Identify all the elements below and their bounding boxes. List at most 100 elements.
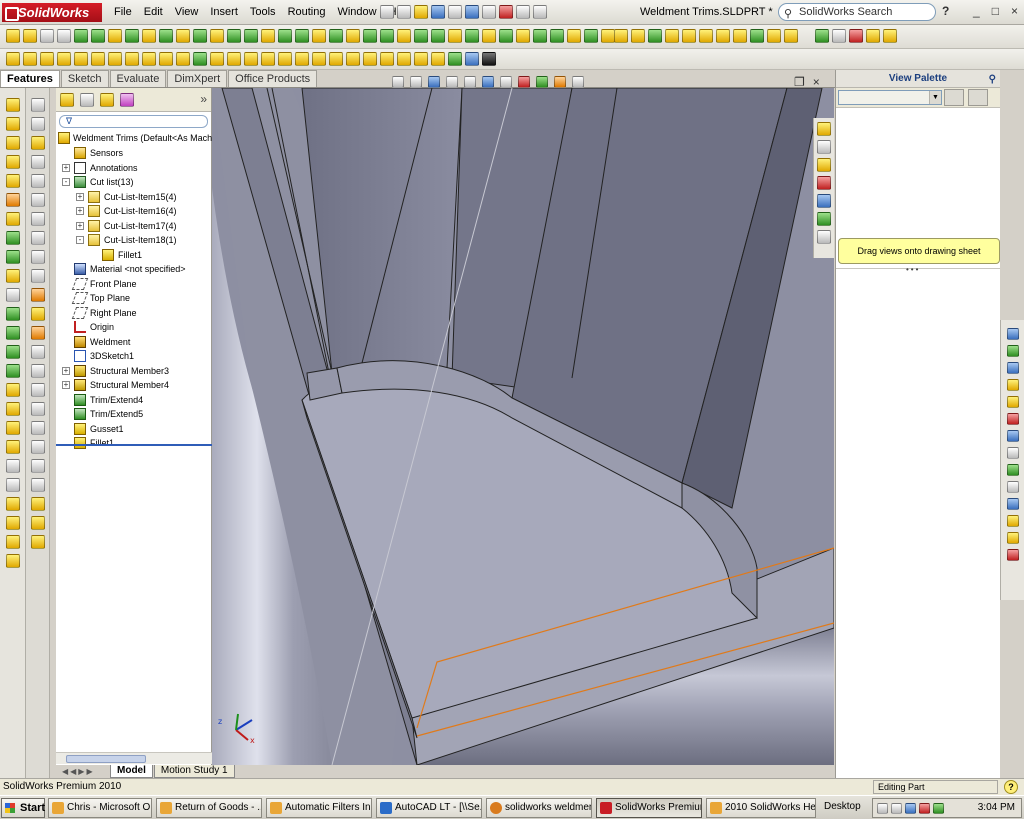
dome-icon[interactable] [261, 52, 275, 66]
performance-icon[interactable] [1006, 481, 1019, 493]
tree-node[interactable]: Origin [56, 320, 211, 335]
menu-window[interactable]: Window [331, 0, 382, 25]
export-icon[interactable] [883, 29, 897, 43]
cut-extrude-icon[interactable] [74, 52, 88, 66]
view-palette-browse-button[interactable] [968, 89, 988, 106]
taskbar-item-return-of-goods[interactable]: Return of Goods - ... [156, 798, 262, 818]
edit-sketch-icon[interactable] [6, 29, 20, 43]
extend-icon[interactable] [244, 29, 258, 43]
display-relations-icon[interactable] [465, 29, 479, 43]
weldment-toolbar-icon[interactable] [614, 29, 628, 43]
save-icon[interactable] [431, 5, 445, 19]
view-palette-tab-icon[interactable] [817, 194, 831, 208]
taskbar-item-outlook[interactable]: Chris - Microsoft O... [48, 798, 152, 818]
view-orientation-icon[interactable] [464, 76, 476, 88]
tool-icon-3[interactable] [30, 136, 45, 150]
edit-appearance-icon[interactable] [518, 76, 530, 88]
section-view-icon[interactable] [446, 76, 458, 88]
tool-icon-16[interactable] [30, 383, 45, 397]
circle-icon[interactable] [108, 29, 122, 43]
view-settings-icon[interactable] [554, 76, 566, 88]
cut-extrude-icon[interactable] [5, 193, 20, 207]
tool-icon-8[interactable] [30, 231, 45, 245]
expand-icon[interactable]: + [62, 163, 70, 172]
menu-tools[interactable]: Tools [244, 0, 282, 25]
mirror-icon[interactable] [278, 29, 292, 43]
previous-view-icon[interactable] [428, 76, 440, 88]
centerline-icon[interactable] [193, 29, 207, 43]
undo-icon[interactable] [465, 5, 479, 19]
undercut-icon[interactable] [1006, 549, 1019, 561]
cut-loft-icon[interactable] [5, 250, 20, 264]
tree-node[interactable]: + Structural Member3 [56, 364, 211, 379]
chevron-right-icon[interactable]: » [200, 92, 207, 106]
viewport-close-icon[interactable]: × [813, 75, 820, 89]
taskbar-item-solidworks[interactable]: SolidWorks Premium... [596, 798, 702, 818]
tool-icon-19[interactable] [30, 440, 45, 454]
revolve-icon[interactable] [5, 117, 20, 131]
tab-model[interactable]: Model [110, 765, 153, 778]
graphics-area[interactable]: z x [212, 88, 834, 765]
hole-icon[interactable] [750, 29, 764, 43]
quick-snaps-icon[interactable] [499, 29, 513, 43]
delete-body-icon[interactable] [448, 52, 462, 66]
tree-node[interactable]: Material <not specified> [56, 262, 211, 277]
sketch-picture-icon[interactable] [550, 29, 564, 43]
custom-properties-icon[interactable] [817, 230, 831, 244]
tab-sketch[interactable]: Sketch [60, 70, 109, 87]
select-pointer-icon[interactable] [57, 29, 71, 43]
tool-icon-12[interactable] [30, 307, 45, 321]
network-icon[interactable] [891, 802, 902, 814]
status-help-icon[interactable]: ? [1004, 780, 1018, 794]
linear-pattern-icon[interactable] [363, 29, 377, 43]
cut-loft-icon[interactable] [125, 52, 139, 66]
appearances-icon[interactable] [817, 212, 831, 226]
end-cap-icon[interactable] [665, 29, 679, 43]
offset-icon[interactable] [261, 29, 275, 43]
feature-icon-20[interactable] [5, 459, 20, 473]
splitter-grip[interactable]: ••• [906, 265, 920, 274]
feature-icon-12[interactable] [5, 307, 20, 321]
tool-icon-15[interactable] [30, 364, 45, 378]
expand-icon[interactable]: + [62, 381, 70, 389]
extruded-cut-icon[interactable] [733, 29, 747, 43]
expand-icon[interactable]: + [76, 221, 84, 230]
rectangle-icon[interactable] [91, 29, 105, 43]
tab-dimxpert[interactable]: DimXpert [167, 70, 228, 87]
draft-icon[interactable] [210, 52, 224, 66]
mass-properties-icon[interactable] [1006, 362, 1019, 374]
tree-node[interactable]: - Cut-List-Item18(1) [56, 233, 211, 248]
spline-icon[interactable] [142, 29, 156, 43]
feature-icon-11[interactable] [5, 288, 20, 302]
search-results-icon[interactable] [817, 176, 831, 190]
run-simulation-icon[interactable] [815, 29, 829, 43]
tab-features[interactable]: Features [0, 70, 60, 87]
configuration-manager-tab-icon[interactable] [100, 93, 114, 107]
view-palette-refresh-button[interactable] [944, 89, 964, 106]
expand-icon[interactable]: + [62, 366, 70, 375]
tree-root[interactable]: Weldment Trims (Default<As Mach [56, 131, 212, 146]
mirror-feature-icon[interactable] [278, 52, 292, 66]
check-icon[interactable] [1006, 396, 1019, 408]
plane-tool-icon[interactable] [295, 52, 309, 66]
tree-node[interactable]: + Cut-List-Item17(4) [56, 219, 211, 234]
rib-icon[interactable] [176, 52, 190, 66]
viewport-restore-icon[interactable]: ❐ [794, 75, 805, 89]
import-diagnostics-icon[interactable] [1006, 447, 1019, 459]
copy-icon[interactable] [346, 29, 360, 43]
thicken-icon[interactable] [5, 174, 20, 188]
tree-node[interactable]: Gusset1 [56, 422, 211, 437]
coordinate-system-icon[interactable] [329, 52, 343, 66]
close-button[interactable]: × [1011, 4, 1018, 18]
expand-icon[interactable]: + [76, 192, 84, 201]
feature-icon-16[interactable] [5, 383, 20, 397]
tray-app-icon-3[interactable] [933, 802, 944, 814]
cut-sweep-icon[interactable] [108, 52, 122, 66]
statistics-icon[interactable] [1006, 498, 1019, 510]
tray-expand-icon[interactable] [877, 802, 888, 814]
trim-extend-tool-icon[interactable] [648, 29, 662, 43]
extruded-boss-icon[interactable] [716, 29, 730, 43]
file-properties-icon[interactable] [516, 5, 530, 19]
solidworks-search-input[interactable]: ⚲ SolidWorks Search [778, 3, 936, 21]
feature-icon-23[interactable] [5, 516, 20, 530]
